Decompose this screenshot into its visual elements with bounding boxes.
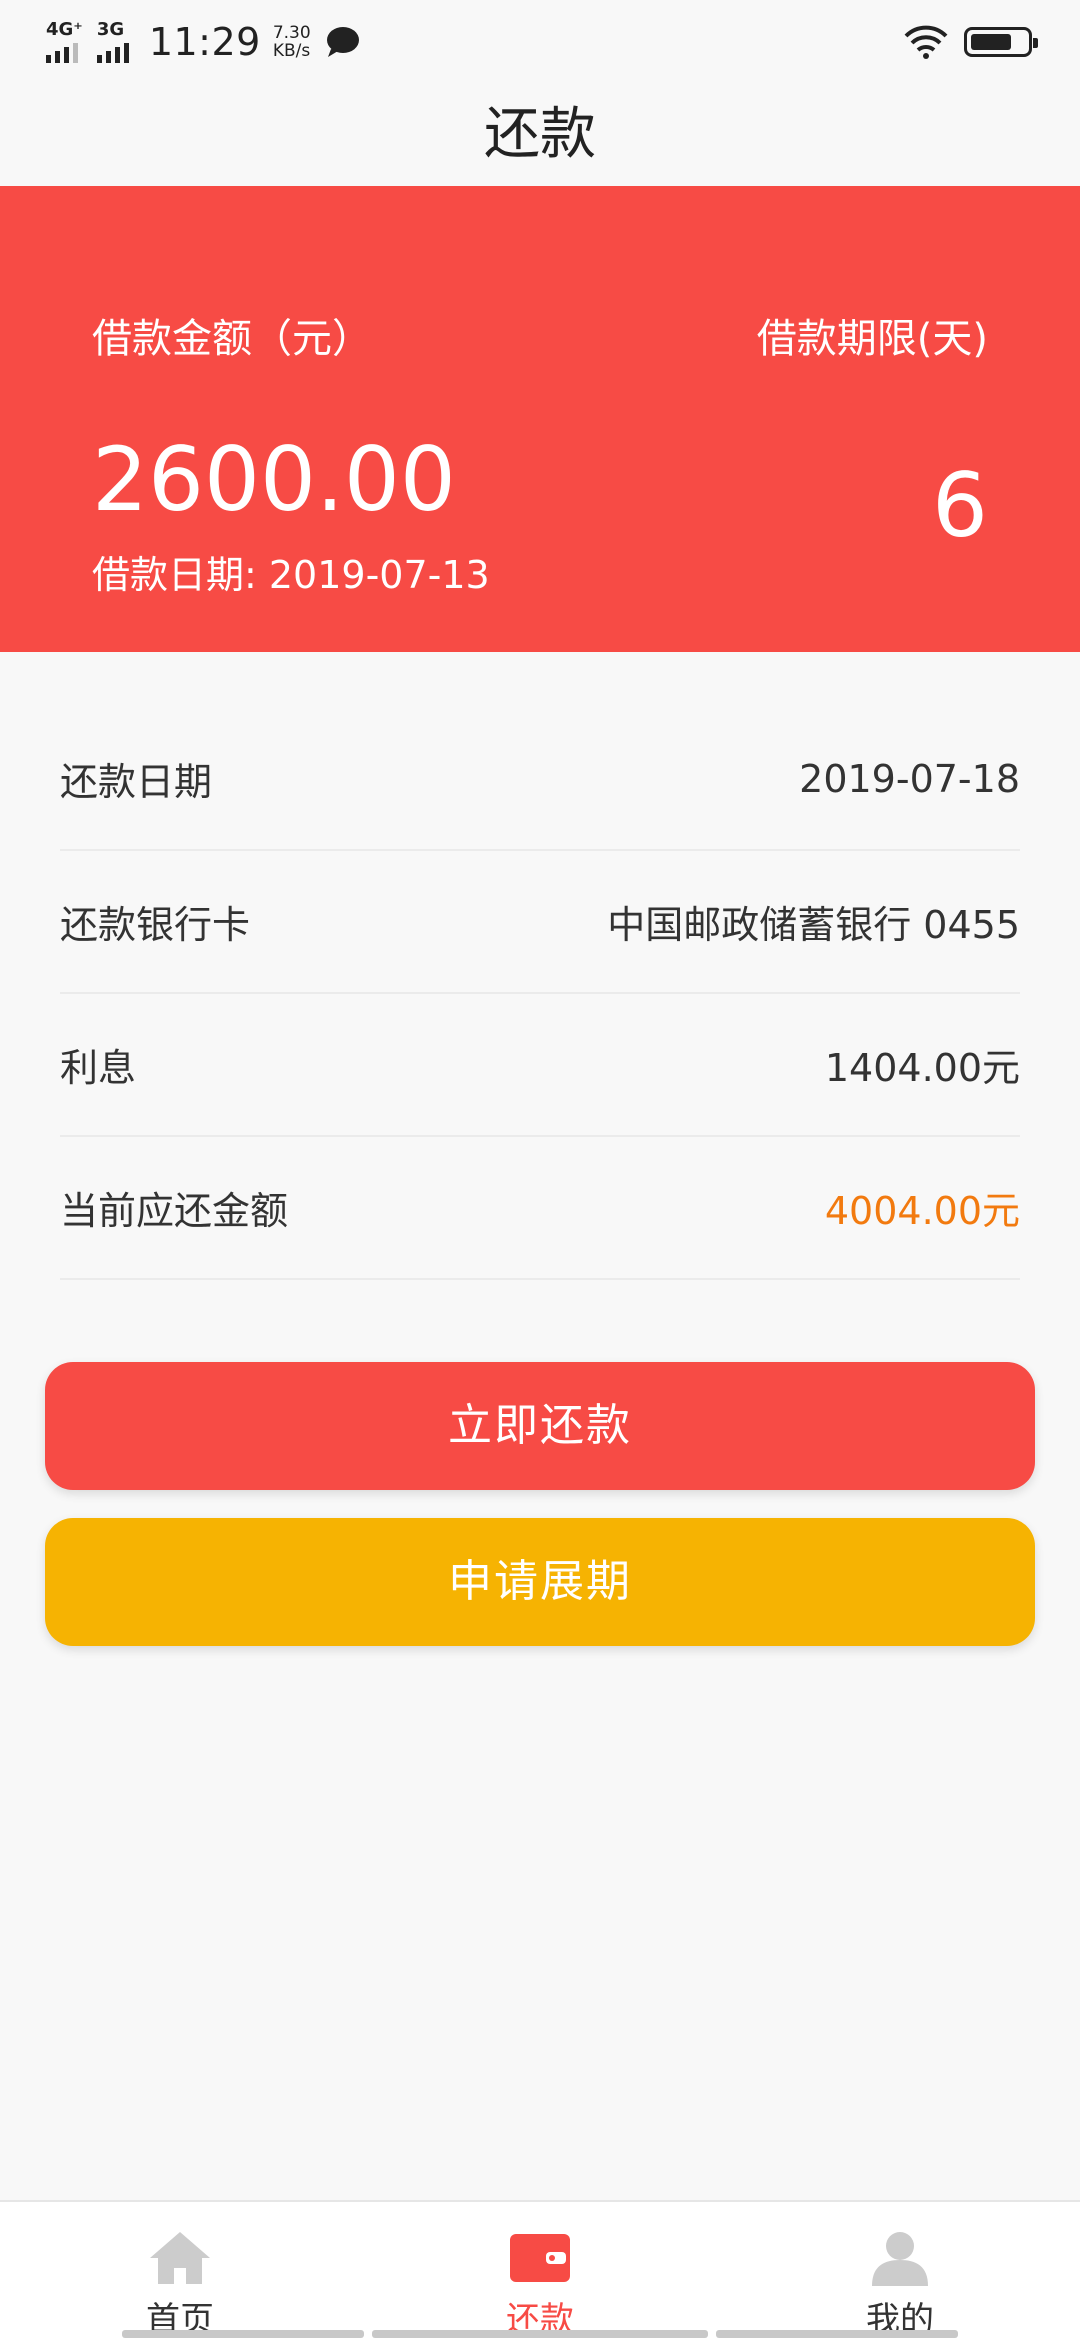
page-title: 还款 <box>484 102 596 167</box>
interest-label: 利息 <box>60 1046 137 1090</box>
home-icon <box>150 2232 210 2284</box>
amount-due-value: 4004.00元 <box>824 1189 1020 1233</box>
wallet-icon <box>510 2234 570 2282</box>
loan-amount-label: 借款金额（元） <box>92 316 372 362</box>
repayment-bank-card-label: 还款银行卡 <box>60 903 251 947</box>
loan-term-value: 6 <box>932 454 988 557</box>
status-bar: 4G⁺ 3G 11:29 7.30 KB/s <box>0 0 1080 84</box>
network-speed-value: 7.30 <box>272 23 311 43</box>
bottom-tab-bar: 首页 还款 我的 <box>0 2200 1080 2340</box>
interest-value: 1404.00元 <box>824 1046 1020 1090</box>
repayment-date-label: 还款日期 <box>60 760 213 804</box>
loan-amount-value: 2600.00 <box>92 428 456 531</box>
repayment-details: 还款日期 2019-07-18 还款银行卡 中国邮政储蓄银行 0455 利息 1… <box>60 708 1020 1280</box>
repayment-date-row: 还款日期 2019-07-18 <box>60 708 1020 851</box>
network-speed: 7.30 KB/s <box>273 24 311 60</box>
network-speed-unit: KB/s <box>272 41 311 61</box>
repayment-bank-card-row[interactable]: 还款银行卡 中国邮政储蓄银行 0455 <box>60 851 1020 994</box>
network-type-4g: 4G⁺ <box>46 19 83 40</box>
tab-mine[interactable]: 我的 <box>810 2230 990 2340</box>
wifi-icon <box>904 25 948 59</box>
apply-extension-button[interactable]: 申请展期 <box>45 1518 1035 1646</box>
loan-summary-card: 借款金额（元） 借款期限(天) 2600.00 6 借款日期: 2019-07-… <box>0 186 1080 652</box>
tab-home[interactable]: 首页 <box>90 2230 270 2340</box>
repayment-date-value: 2019-07-18 <box>799 756 1020 801</box>
interest-row: 利息 1404.00元 <box>60 994 1020 1137</box>
user-icon <box>872 2232 928 2286</box>
tab-repayment[interactable]: 还款 <box>450 2230 630 2340</box>
loan-term-label: 借款期限(天) <box>756 316 988 362</box>
loan-date: 借款日期: 2019-07-13 <box>92 553 490 597</box>
signal-icon <box>46 43 78 63</box>
repayment-bank-card-value: 中国邮政储蓄银行 0455 <box>607 903 1020 947</box>
header: 还款 <box>0 84 1080 186</box>
amount-due-row: 当前应还金额 4004.00元 <box>60 1137 1020 1280</box>
signal-4g: 4G⁺ <box>46 21 83 63</box>
nav-indicator <box>0 2330 1080 2340</box>
network-type-3g: 3G <box>96 19 125 40</box>
repay-now-button[interactable]: 立即还款 <box>45 1362 1035 1490</box>
amount-due-label: 当前应还金额 <box>60 1189 289 1233</box>
signal-3g: 3G <box>96 19 129 63</box>
battery-icon <box>964 27 1038 57</box>
chat-bubble-icon <box>326 27 359 57</box>
signal-icon <box>96 43 129 63</box>
clock: 11:29 <box>148 20 261 64</box>
